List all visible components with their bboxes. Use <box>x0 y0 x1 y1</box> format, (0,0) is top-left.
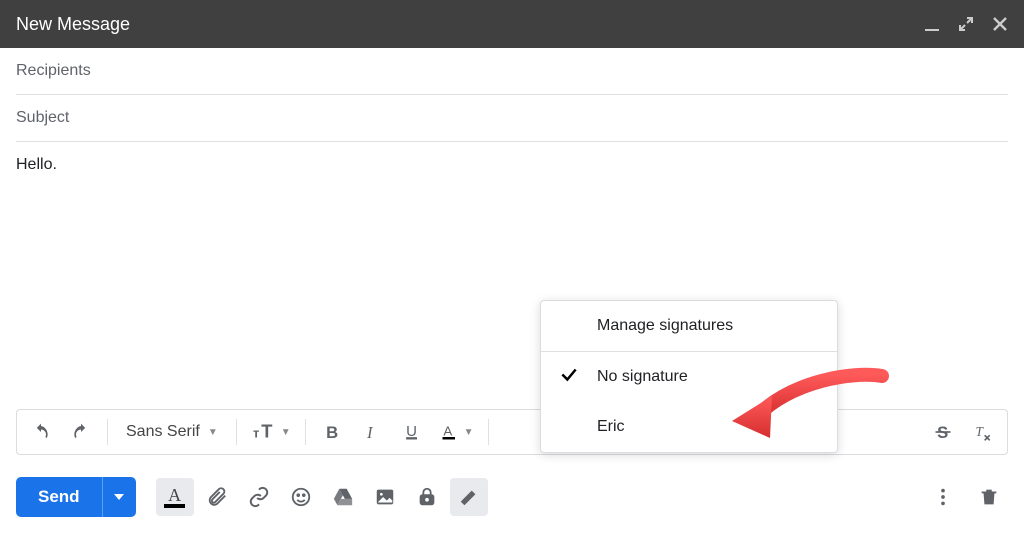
separator <box>107 419 108 445</box>
signature-option-label: No signature <box>597 368 688 385</box>
strikethrough-button[interactable]: S <box>925 414 961 450</box>
message-body[interactable]: Hello. <box>16 142 1008 332</box>
font-family-label: Sans Serif <box>126 423 200 441</box>
text-color-button[interactable]: A ▼ <box>434 414 480 450</box>
svg-text:т: т <box>253 426 259 441</box>
window-actions <box>924 16 1008 32</box>
compose-titlebar: New Message <box>0 0 1024 48</box>
font-size-button[interactable]: тT ▼ <box>245 414 297 450</box>
confidential-mode-button[interactable] <box>408 478 446 516</box>
compose-toolbar-icons: A <box>156 478 488 516</box>
underline-button[interactable]: U <box>394 414 430 450</box>
font-family-select[interactable]: Sans Serif ▼ <box>116 423 228 441</box>
chevron-down-icon: ▼ <box>281 427 291 438</box>
compose-body: Recipients Subject Hello. <box>0 48 1024 332</box>
separator <box>236 419 237 445</box>
insert-drive-button[interactable] <box>324 478 362 516</box>
svg-text:T: T <box>976 424 985 439</box>
expand-icon[interactable] <box>958 16 974 32</box>
undo-button[interactable] <box>23 414 59 450</box>
chevron-down-icon: ▼ <box>208 427 218 438</box>
bottom-action-bar: Send A <box>16 475 1008 519</box>
send-options-button[interactable] <box>102 477 136 517</box>
clear-formatting-button[interactable]: T <box>965 414 1001 450</box>
svg-text:I: I <box>366 423 374 442</box>
signature-menu: Manage signatures No signature Eric <box>540 300 838 453</box>
signature-option-none[interactable]: No signature <box>541 352 837 402</box>
subject-field[interactable]: Subject <box>16 95 1008 142</box>
send-button[interactable]: Send <box>16 477 102 517</box>
insert-photo-button[interactable] <box>366 478 404 516</box>
insert-signature-button[interactable] <box>450 478 488 516</box>
discard-draft-button[interactable] <box>970 478 1008 516</box>
chevron-down-icon: ▼ <box>464 427 474 438</box>
attach-file-button[interactable] <box>198 478 236 516</box>
italic-button[interactable]: I <box>354 414 390 450</box>
signature-option-eric[interactable]: Eric <box>541 402 837 452</box>
separator <box>488 419 489 445</box>
minimize-icon[interactable] <box>924 16 940 32</box>
close-icon[interactable] <box>992 16 1008 32</box>
svg-text:T: T <box>261 421 272 442</box>
more-options-button[interactable] <box>924 478 962 516</box>
bold-button[interactable]: B <box>314 414 350 450</box>
svg-text:A: A <box>443 423 452 438</box>
redo-button[interactable] <box>63 414 99 450</box>
separator <box>305 419 306 445</box>
bottom-right-actions <box>924 478 1008 516</box>
send-button-group: Send <box>16 477 136 517</box>
manage-signatures-item[interactable]: Manage signatures <box>541 301 837 352</box>
insert-link-button[interactable] <box>240 478 278 516</box>
signature-option-label: Eric <box>597 418 625 435</box>
recipients-field[interactable]: Recipients <box>16 48 1008 95</box>
svg-text:B: B <box>326 423 338 442</box>
formatting-toolbar: Sans Serif ▼ тT ▼ B I U A ▼ S T <box>16 409 1008 455</box>
window-title: New Message <box>16 14 130 35</box>
insert-emoji-button[interactable] <box>282 478 320 516</box>
check-icon <box>559 365 579 390</box>
svg-text:U: U <box>406 423 417 440</box>
formatting-toggle-button[interactable]: A <box>156 478 194 516</box>
